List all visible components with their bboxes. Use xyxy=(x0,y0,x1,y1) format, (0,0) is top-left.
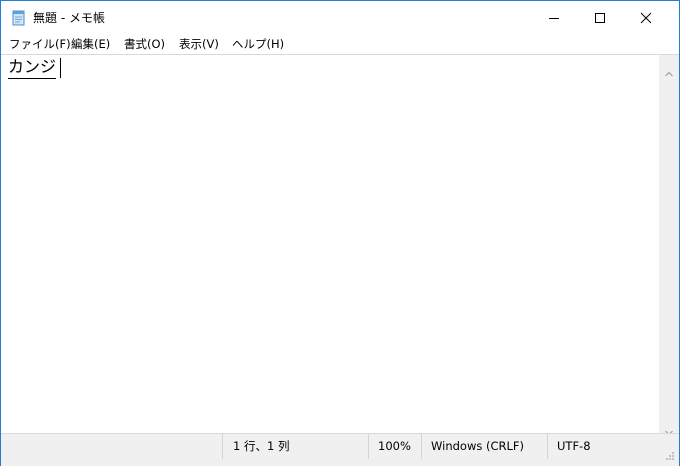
status-bar: 1 行、1 列 100% Windows (CRLF) UTF-8 xyxy=(1,433,679,466)
window-title: 無題 - メモ帳 xyxy=(33,11,105,25)
notepad-icon[interactable] xyxy=(11,10,27,26)
menu-help[interactable]: ヘルプ(H) xyxy=(232,36,284,52)
menu-bar: ファイル(F) 編集(E) 書式(O) 表示(V) ヘルプ(H) xyxy=(1,34,679,54)
scroll-up-button[interactable] xyxy=(665,62,673,81)
menu-file[interactable]: ファイル(F) xyxy=(9,36,71,52)
zoom-level: 100% xyxy=(368,434,421,459)
notepad-window: 無題 - メモ帳 ファイル(F) 編集(E) 書式(O) 表示(V) ヘルプ(H… xyxy=(0,0,680,466)
minimize-icon xyxy=(549,18,559,19)
close-button[interactable] xyxy=(623,1,669,34)
resize-grip-icon[interactable] xyxy=(665,446,675,465)
cursor-position: 1 行、1 列 xyxy=(222,434,368,459)
vertical-scrollbar[interactable] xyxy=(659,54,679,436)
menu-view[interactable]: 表示(V) xyxy=(179,36,219,52)
line-ending: Windows (CRLF) xyxy=(421,434,547,459)
minimize-button[interactable] xyxy=(531,1,577,34)
maximize-button[interactable] xyxy=(577,1,623,34)
text-caret xyxy=(60,58,61,78)
close-icon xyxy=(640,12,652,24)
encoding: UTF-8 xyxy=(547,434,659,459)
menu-edit[interactable]: 編集(E) xyxy=(71,36,110,52)
chevron-up-icon xyxy=(665,71,673,77)
menu-format[interactable]: 書式(O) xyxy=(124,36,165,52)
maximize-icon xyxy=(595,13,605,23)
title-bar[interactable]: 無題 - メモ帳 xyxy=(1,1,679,34)
editor-content: カンジ xyxy=(8,57,57,79)
text-editor[interactable]: カンジ xyxy=(1,54,659,434)
